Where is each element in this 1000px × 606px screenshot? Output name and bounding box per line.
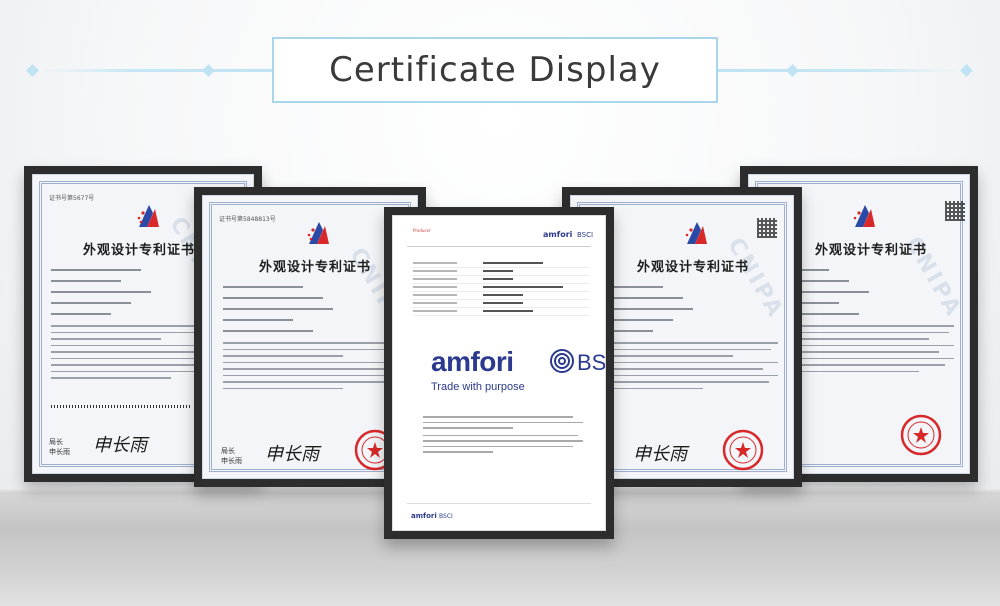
decorative-line-left xyxy=(40,69,272,72)
certificate-heading: 外观设计专利证书 xyxy=(637,260,750,275)
audit-document-paper: Producer amfori BSCI amfori BSCI Trade w… xyxy=(392,215,606,531)
page-title: Certificate Display xyxy=(329,50,661,90)
cnipa-emblem-icon xyxy=(137,205,159,227)
doc-header-producer: Producer xyxy=(413,228,431,233)
header-divider xyxy=(407,246,591,247)
signature: 申长雨 xyxy=(633,444,687,465)
table-row xyxy=(413,292,589,300)
header-amfori-logo: amfori xyxy=(543,230,573,239)
signature-label: 局长 xyxy=(49,438,63,446)
official-seal-icon xyxy=(900,414,942,456)
title-banner: Certificate Display xyxy=(272,37,718,103)
table-row xyxy=(413,284,589,292)
certificate-serial: 证书号第5848813号 xyxy=(219,216,276,223)
certificate-heading: 外观设计专利证书 xyxy=(83,243,196,258)
audit-info-table xyxy=(413,260,589,316)
certificate-fields xyxy=(223,286,343,341)
signature: 申长雨 xyxy=(265,444,319,465)
certificate-heading: 外观设计专利证书 xyxy=(815,243,928,258)
qr-code-icon xyxy=(757,218,777,238)
certificate-heading: 外观设计专利证书 xyxy=(259,260,372,275)
amfori-logo: amfori xyxy=(431,346,514,377)
table-row xyxy=(413,300,589,308)
barcode-line xyxy=(51,405,201,417)
certificate-fields xyxy=(51,269,161,324)
audit-body-text xyxy=(423,416,583,457)
certificate-serial: 证书号第5677号 xyxy=(49,195,95,202)
signature: 申长雨 xyxy=(93,435,147,456)
table-row xyxy=(413,268,589,276)
bsci-ring-icon xyxy=(550,349,574,373)
decorative-line-right xyxy=(718,69,960,72)
official-seal-icon xyxy=(722,429,764,471)
cnipa-emblem-icon xyxy=(853,205,875,227)
signature-label: 局长 xyxy=(221,447,235,455)
amfori-bsci-audit-certificate[interactable]: Producer amfori BSCI amfori BSCI Trade w… xyxy=(384,207,614,539)
bsci-logo: BSCI xyxy=(577,350,606,375)
table-row xyxy=(413,308,589,316)
cnipa-emblem-icon xyxy=(307,222,329,244)
qr-code-icon xyxy=(945,201,965,221)
table-row xyxy=(413,276,589,284)
footer-bsci-logo: BSCI xyxy=(439,513,453,520)
footer-amfori-logo: amfori xyxy=(411,512,437,520)
signature-name-label: 申长雨 xyxy=(49,448,70,456)
certificate-body-text xyxy=(593,342,783,394)
cnipa-emblem-icon xyxy=(685,222,707,244)
header-bsci-logo: BSCI xyxy=(577,231,594,239)
signature-name-label: 申长雨 xyxy=(221,457,242,465)
table-row xyxy=(413,260,589,268)
footer-divider xyxy=(407,503,591,504)
amfori-tagline: Trade with purpose xyxy=(431,381,525,393)
